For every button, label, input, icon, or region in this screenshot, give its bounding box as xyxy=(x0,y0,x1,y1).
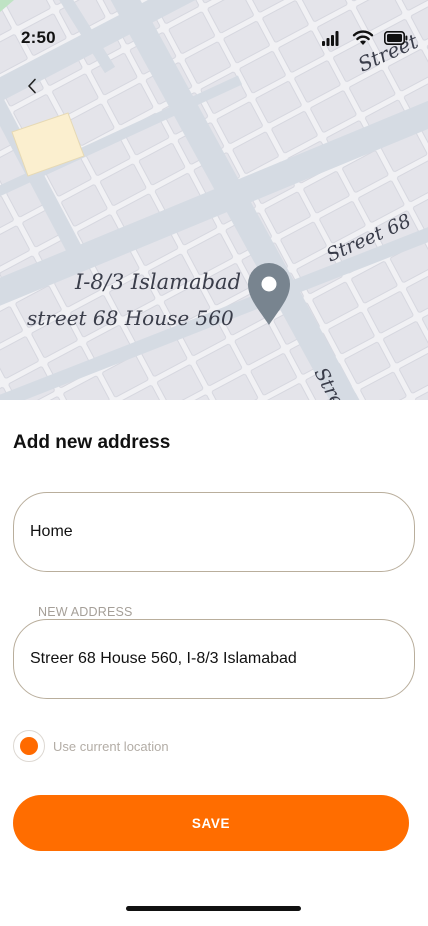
address-form-sheet: Add new address NEW ADDRESS Use current … xyxy=(0,400,428,926)
map-address-label: street 68 House 560 xyxy=(27,306,234,330)
save-button[interactable]: SAVE xyxy=(13,795,409,851)
chevron-left-icon xyxy=(26,78,38,99)
battery-icon xyxy=(384,31,408,50)
page-title: Add new address xyxy=(13,432,171,453)
map-pin-icon[interactable] xyxy=(248,263,290,325)
home-indicator xyxy=(126,906,301,911)
status-bar: 2:50 xyxy=(0,0,428,64)
use-current-location-label: Use current location xyxy=(53,738,169,754)
address-name-field[interactable] xyxy=(13,492,415,572)
wifi-icon xyxy=(352,30,374,51)
status-icons xyxy=(322,30,408,51)
map-area-label: I-8/3 Islamabad xyxy=(74,270,241,294)
use-current-location-toggle[interactable]: Use current location xyxy=(13,730,169,762)
status-time: 2:50 xyxy=(21,28,56,47)
address-name-input[interactable] xyxy=(30,523,398,541)
street-label: Stre xyxy=(310,364,349,400)
radio-selected-dot xyxy=(20,737,38,755)
new-address-field[interactable] xyxy=(13,619,415,699)
cellular-signal-icon xyxy=(322,30,342,51)
back-button[interactable] xyxy=(18,74,46,102)
street-label: Street 68 xyxy=(323,210,414,267)
use-current-location-radio[interactable] xyxy=(13,730,45,762)
new-address-label: NEW ADDRESS xyxy=(38,605,133,619)
new-address-input[interactable] xyxy=(30,650,398,668)
